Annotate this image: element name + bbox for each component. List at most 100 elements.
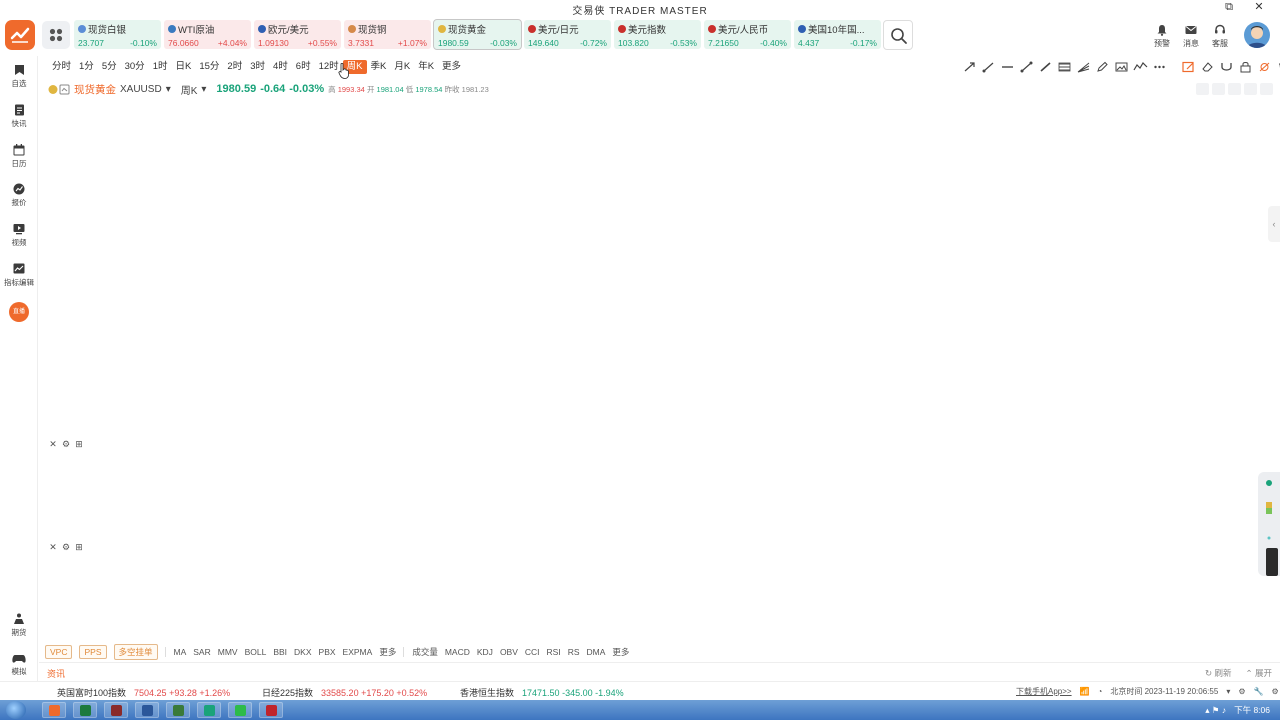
quote-card[interactable]: 美元指数 103.820 -0.53% bbox=[614, 20, 701, 49]
wrench-icon[interactable]: 🔧 bbox=[1254, 687, 1264, 696]
main-indicator[interactable]: 更多 bbox=[379, 646, 396, 658]
sub-indicator[interactable]: CCI bbox=[525, 647, 540, 657]
period-tab[interactable]: 3时 bbox=[246, 60, 269, 74]
sidebar-item-news[interactable]: 快讯 bbox=[0, 104, 38, 129]
period-tab[interactable]: 15分 bbox=[195, 60, 223, 74]
alert-button[interactable]: 预警 bbox=[1149, 24, 1175, 49]
taskbar-app-generic[interactable] bbox=[104, 702, 128, 718]
sub-indicator[interactable]: 成交量 bbox=[412, 646, 438, 658]
news-tab[interactable]: 资讯 bbox=[47, 667, 65, 680]
lock-icon[interactable] bbox=[1238, 61, 1253, 73]
period-tab[interactable]: 日K bbox=[171, 60, 195, 74]
main-indicator[interactable]: MMV bbox=[218, 647, 238, 657]
period-tab[interactable]: 年K bbox=[414, 60, 438, 74]
segment-icon[interactable] bbox=[1038, 61, 1053, 73]
indicator-toggle[interactable]: PPS bbox=[79, 645, 107, 659]
edit-highlight-icon[interactable] bbox=[1181, 61, 1196, 73]
channel-icon[interactable] bbox=[1057, 61, 1072, 73]
more-periods-button[interactable]: 更多 bbox=[438, 60, 465, 74]
period-selector[interactable]: 周K bbox=[181, 82, 198, 97]
symbol-name[interactable]: 现货黄金 bbox=[74, 82, 116, 97]
trend-line-icon[interactable] bbox=[1019, 61, 1034, 73]
main-indicator[interactable]: SAR bbox=[193, 647, 210, 657]
sub-indicator[interactable]: DMA bbox=[587, 647, 606, 657]
link-icon[interactable] bbox=[1228, 83, 1241, 95]
main-indicator[interactable]: PBX bbox=[319, 647, 336, 657]
sidebar-item-quotes[interactable]: 报价 bbox=[0, 183, 38, 208]
add-pane-icon[interactable]: ⊞ bbox=[74, 542, 84, 552]
expand-button[interactable]: ⌃ 展开 bbox=[1246, 667, 1273, 679]
chevron-down-icon[interactable]: ▾ bbox=[166, 84, 171, 95]
apps-grid-button[interactable] bbox=[42, 21, 70, 49]
sub-indicator[interactable]: RS bbox=[568, 647, 580, 657]
sub-chart-1[interactable] bbox=[39, 452, 1254, 540]
main-indicator[interactable]: BOLL bbox=[245, 647, 267, 657]
quote-card[interactable]: 现货铜 3.7331 +1.07% bbox=[344, 20, 431, 49]
sidebar-item-futures[interactable]: 期货 bbox=[0, 613, 38, 638]
taskbar-app-word[interactable] bbox=[135, 702, 159, 718]
live-badge[interactable]: 直播 bbox=[9, 302, 29, 322]
sidebar-item-video[interactable]: 视频 bbox=[0, 223, 38, 248]
quote-card[interactable]: 美元/日元 149.640 -0.72% bbox=[524, 20, 611, 49]
wave-icon[interactable] bbox=[1133, 61, 1148, 73]
edit-icon[interactable] bbox=[1212, 83, 1225, 95]
sub-indicator[interactable]: MACD bbox=[445, 647, 470, 657]
quote-card[interactable]: 现货白银 23.707 -0.10% bbox=[74, 20, 161, 49]
tray-clock[interactable]: 下午 8:06 bbox=[1234, 704, 1270, 716]
chevron-down-icon[interactable]: ▾ bbox=[1226, 687, 1230, 696]
quote-card[interactable]: WTI原油 76.0660 +4.04% bbox=[164, 20, 251, 49]
pencil-icon[interactable] bbox=[1095, 61, 1110, 73]
settings-icon[interactable]: ⚙ bbox=[1238, 687, 1245, 696]
main-indicator[interactable]: DKX bbox=[294, 647, 311, 657]
period-tab[interactable]: 5分 bbox=[98, 60, 121, 74]
horizontal-line-icon[interactable] bbox=[1000, 61, 1015, 73]
floating-volume-widget[interactable] bbox=[1258, 472, 1280, 576]
ticker-item[interactable]: 香港恒生指数 17471.50 -345.00 -1.94% bbox=[460, 686, 624, 699]
arrow-line-icon[interactable] bbox=[962, 61, 977, 73]
indicator-toggle[interactable]: 多空挂单 bbox=[113, 644, 158, 660]
quote-card[interactable]: 欧元/美元 1.09130 +0.55% bbox=[254, 20, 341, 49]
close-icon[interactable]: ✕ bbox=[48, 542, 58, 552]
more-icon[interactable] bbox=[1152, 61, 1167, 73]
taskbar-app-excel[interactable] bbox=[73, 702, 97, 718]
period-tab[interactable]: 月K bbox=[390, 60, 414, 74]
trash-icon[interactable] bbox=[1276, 61, 1280, 73]
quote-card[interactable]: 美国10年国... 4.437 -0.17% bbox=[794, 20, 881, 49]
sidebar-item-calendar[interactable]: 日历 bbox=[0, 144, 38, 169]
start-button[interactable] bbox=[6, 701, 26, 719]
message-button[interactable]: 消息 bbox=[1178, 24, 1204, 49]
main-indicator[interactable]: BBI bbox=[273, 647, 287, 657]
eraser-icon[interactable] bbox=[1200, 61, 1215, 73]
gear-icon[interactable]: ⚙ bbox=[1271, 687, 1278, 696]
main-chart-area[interactable] bbox=[39, 98, 1268, 438]
quote-card[interactable]: 现货黄金 1980.59 -0.03% bbox=[433, 19, 522, 50]
collapse-panel-button[interactable]: ‹ bbox=[1268, 206, 1280, 242]
fan-icon[interactable] bbox=[1076, 61, 1091, 73]
period-tab[interactable]: 分时 bbox=[48, 60, 75, 74]
main-indicator[interactable]: MA bbox=[174, 647, 187, 657]
taskbar-app-tool[interactable] bbox=[166, 702, 190, 718]
avatar[interactable] bbox=[1244, 22, 1270, 48]
taskbar-app-terminal[interactable] bbox=[197, 702, 221, 718]
sidebar-item-watchlist[interactable]: 自选 bbox=[0, 64, 38, 89]
settings-icon[interactable]: ⚙ bbox=[61, 439, 71, 449]
hide-drawing-icon[interactable] bbox=[1257, 61, 1272, 73]
sub-indicator[interactable]: KDJ bbox=[477, 647, 493, 657]
close-icon[interactable]: ✕ bbox=[48, 439, 58, 449]
period-tab[interactable]: 1分 bbox=[75, 60, 98, 74]
add-pane-icon[interactable]: ⊞ bbox=[74, 439, 84, 449]
taskbar-app-trader[interactable] bbox=[42, 702, 66, 718]
service-button[interactable]: 客服 bbox=[1207, 24, 1233, 49]
period-tab[interactable]: 6时 bbox=[292, 60, 315, 74]
ray-line-icon[interactable] bbox=[981, 61, 996, 73]
sub-indicator[interactable]: 更多 bbox=[612, 646, 629, 658]
indicator-toggle[interactable]: VPC bbox=[45, 645, 73, 659]
image-icon[interactable] bbox=[1114, 61, 1129, 73]
main-indicator[interactable]: EXPMA bbox=[343, 647, 373, 657]
taskbar-app-wechat[interactable] bbox=[228, 702, 252, 718]
magnet-icon[interactable] bbox=[1219, 61, 1234, 73]
refresh-button[interactable]: ↻ 刷新 bbox=[1205, 667, 1232, 679]
symbol-code[interactable]: XAUUSD bbox=[120, 84, 162, 95]
maximize-icon[interactable] bbox=[1244, 83, 1257, 95]
quote-card[interactable]: 美元/人民币 7.21650 -0.40% bbox=[704, 20, 791, 49]
